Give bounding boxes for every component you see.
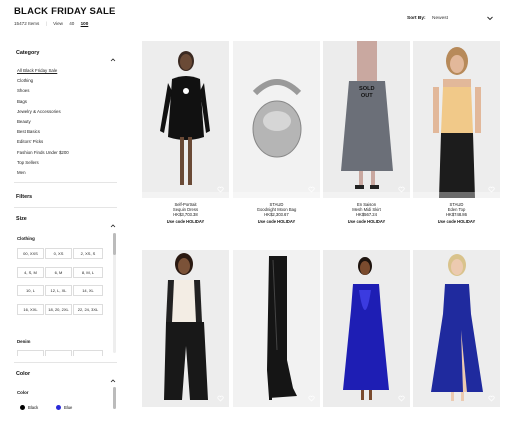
product-image[interactable] (413, 250, 500, 407)
color-sub-label: Color (17, 390, 29, 395)
size-chip[interactable]: 14, XL (73, 285, 103, 296)
size-chip[interactable]: 12, L, XL (45, 285, 72, 296)
chevron-up-icon[interactable] (110, 216, 116, 228)
view-option-100[interactable]: 100 (81, 21, 89, 26)
size-denim-label: Denim (17, 339, 31, 344)
image-tag-bar (142, 192, 229, 198)
category-item[interactable]: Shoes (17, 88, 29, 93)
product-price: HK$3,703.38 (173, 212, 198, 217)
heart-icon[interactable] (308, 395, 315, 402)
view-option-40[interactable]: 40 (69, 21, 74, 26)
heart-icon[interactable] (398, 395, 405, 402)
category-item[interactable]: Best Basics (17, 129, 40, 134)
size-heading[interactable]: Size (16, 216, 27, 222)
heart-icon[interactable] (488, 395, 495, 402)
category-heading[interactable]: Category (16, 50, 39, 56)
size-chip[interactable]: 2, XS, S (73, 248, 103, 259)
category-item[interactable]: Beauty (17, 119, 31, 124)
color-scrollbar[interactable] (113, 387, 116, 409)
color-swatch[interactable] (20, 405, 25, 410)
color-scrollbar-thumb[interactable] (113, 387, 116, 409)
product-card[interactable] (413, 250, 500, 407)
category-item[interactable]: Editors' Picks (17, 139, 43, 144)
category-item[interactable]: Top Sellers (17, 160, 39, 165)
category-item[interactable]: Fashion Finds Under $200 (17, 150, 69, 155)
size-scrollbar[interactable] (113, 233, 116, 353)
product-image[interactable] (323, 250, 410, 407)
image-tag-bar (413, 192, 500, 198)
sort-label: Sort By: (407, 16, 426, 21)
category-item[interactable]: Clothing (17, 78, 33, 83)
product-card[interactable] (142, 41, 229, 198)
promo-code: Use code HOLIDAY (166, 219, 205, 224)
heart-icon[interactable] (217, 186, 224, 193)
heart-icon[interactable] (217, 395, 224, 402)
product-price: HK$567.24 (356, 212, 377, 217)
product-price: HK$2,303.67 (264, 212, 289, 217)
divider (14, 362, 117, 363)
size-chip[interactable]: 10, L (17, 285, 44, 296)
promo-code: Use code HOLIDAY (257, 219, 296, 224)
product-card[interactable] (413, 41, 500, 198)
category-item[interactable]: Men (17, 170, 26, 175)
promo-code: Use code HOLIDAY (437, 219, 476, 224)
size-chip[interactable]: 00, XXS (17, 248, 44, 259)
size-chip[interactable]: 16, XXL (17, 303, 44, 315)
size-chip[interactable] (17, 350, 44, 356)
product-price: HK$748.86 (446, 212, 467, 217)
product-card[interactable] (233, 41, 320, 198)
sort-dropdown[interactable]: Sort By: Newest (406, 12, 497, 25)
category-item[interactable]: All Black Friday Sale (17, 68, 57, 73)
product-card[interactable]: SOLD OUT (323, 41, 410, 198)
size-scrollbar-thumb[interactable] (113, 233, 116, 255)
size-chip[interactable]: 8, M, L (73, 266, 103, 278)
heart-icon[interactable] (398, 186, 405, 193)
image-tag-bar (323, 192, 410, 198)
item-count: 15472 Items (14, 21, 40, 26)
page-title: BLACK FRIDAY SALE (14, 6, 116, 17)
size-chip[interactable] (45, 350, 72, 356)
chevron-down-icon (486, 14, 494, 24)
color-swatch[interactable] (56, 405, 61, 410)
image-tag-bar (233, 192, 320, 198)
filter-sidebar: Category All Black Friday Sale Clothing Sh… (14, 44, 118, 416)
heart-icon[interactable] (308, 186, 315, 193)
color-swatch-label: Blue (64, 405, 73, 410)
size-chip[interactable]: 22, 24, 3XL (73, 303, 103, 315)
color-heading[interactable]: Color (16, 371, 30, 377)
size-clothing-label: Clothing (17, 236, 35, 241)
divider (14, 207, 117, 208)
category-item[interactable]: Jewelry & Accessories (17, 109, 61, 114)
product-image[interactable] (233, 250, 320, 407)
product-image[interactable] (142, 41, 229, 198)
size-chip[interactable]: 6, M (45, 266, 72, 278)
view-label: View (53, 21, 63, 26)
product-card[interactable] (233, 250, 320, 407)
chevron-up-icon[interactable] (110, 371, 116, 383)
size-chip[interactable]: 0, XS (45, 248, 72, 259)
sold-out-label: SOLD OUT (359, 86, 375, 99)
category-item[interactable]: Bags (17, 99, 27, 104)
product-image[interactable] (142, 250, 229, 407)
heart-icon[interactable] (488, 186, 495, 193)
product-image[interactable] (233, 41, 320, 198)
divider (14, 182, 117, 183)
product-image[interactable] (413, 41, 500, 198)
size-chip[interactable]: 18, 20, 2XL (45, 303, 72, 315)
promo-code: Use code HOLIDAY (347, 219, 386, 224)
product-card[interactable] (323, 250, 410, 407)
product-card[interactable] (142, 250, 229, 407)
color-swatch-label: Black (28, 405, 39, 410)
results-meta: 15472 Items | View 40 100 (14, 21, 89, 26)
chevron-up-icon[interactable] (110, 50, 116, 62)
size-chip[interactable] (73, 350, 103, 356)
size-chip[interactable]: 4, S, M (17, 266, 44, 278)
sort-value: Newest (432, 16, 448, 21)
filters-heading[interactable]: Filters (16, 194, 32, 200)
product-image[interactable] (323, 41, 410, 198)
